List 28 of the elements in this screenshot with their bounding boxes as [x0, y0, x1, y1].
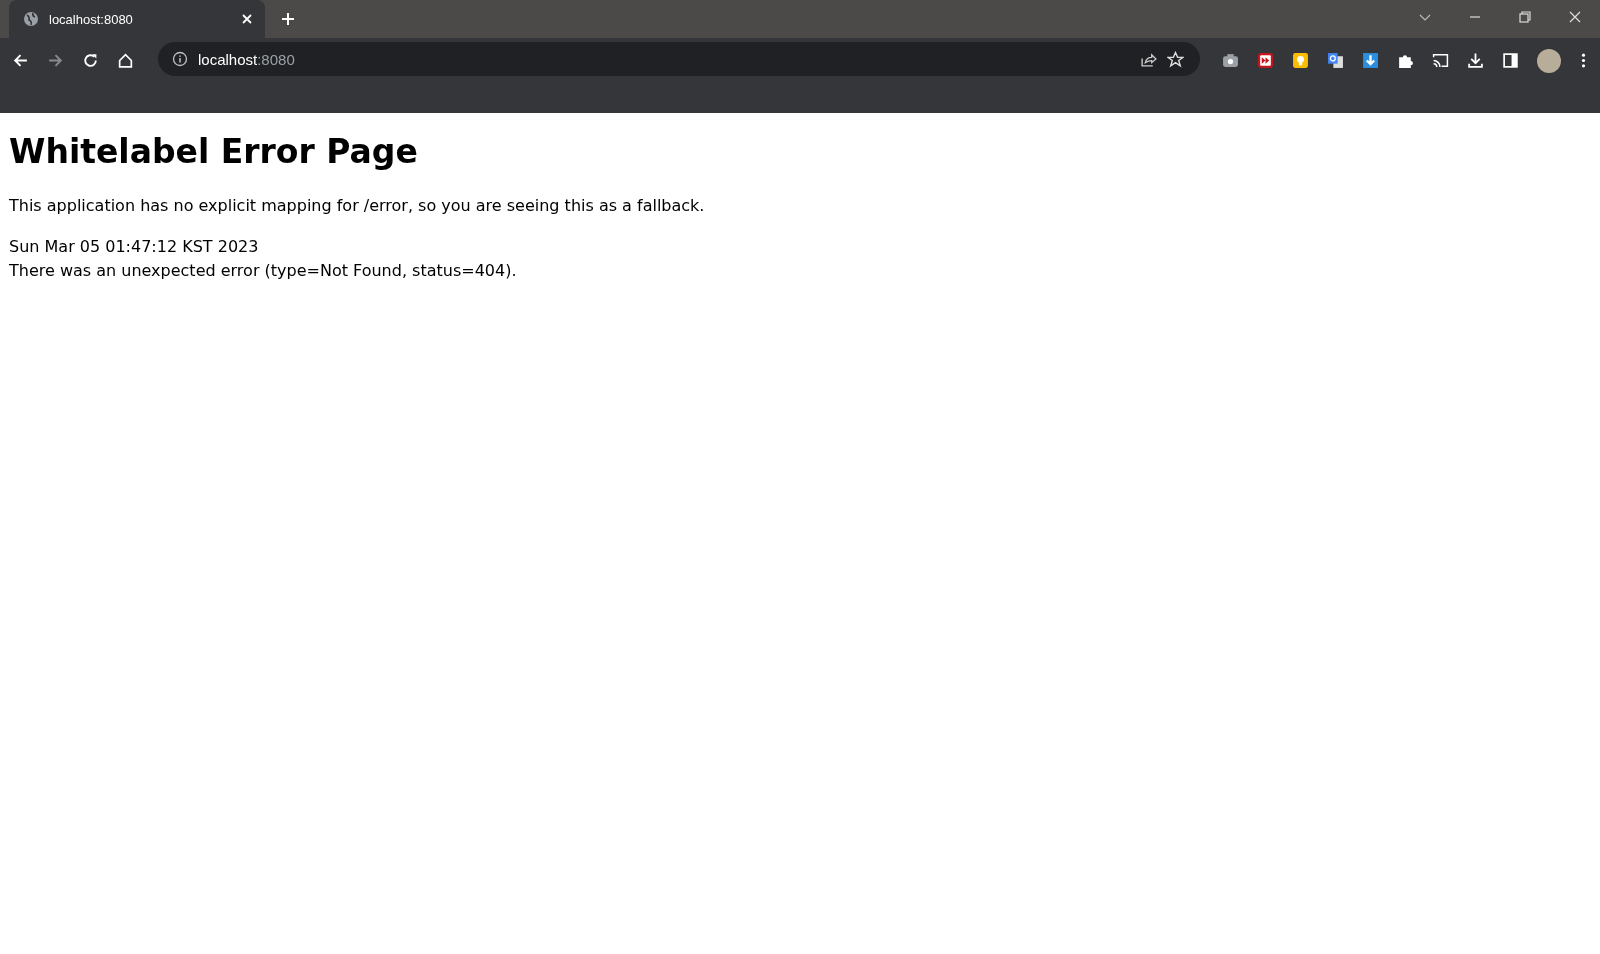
globe-icon: [23, 11, 39, 27]
download-arrow-icon[interactable]: [1362, 52, 1379, 69]
fast-forward-icon[interactable]: [1257, 52, 1274, 69]
info-icon: [172, 51, 188, 67]
back-arrow-icon[interactable]: [12, 52, 29, 69]
error-detail: There was an unexpected error (type=Not Found, status=404).: [9, 259, 518, 282]
download-icon[interactable]: [1467, 52, 1484, 69]
lightbulb-icon[interactable]: [1292, 52, 1309, 69]
browser-tab[interactable]: localhost:8080: [9, 0, 265, 38]
error-message: This application has no explicit mapping for /error, so you are seeing this as a fallback.: [9, 195, 706, 215]
profile-avatar[interactable]: [1537, 49, 1561, 73]
star-icon[interactable]: [1167, 50, 1184, 68]
close-icon[interactable]: [1568, 10, 1582, 24]
tab-title: localhost:8080: [49, 11, 134, 27]
page-heading: Whitelabel Error Page: [9, 131, 419, 173]
home-icon[interactable]: [117, 52, 134, 69]
reload-icon[interactable]: [82, 52, 99, 69]
error-timestamp: Sun Mar 05 01:47:12 KST 2023: [9, 235, 260, 258]
address-bar[interactable]: localhost:8080: [158, 42, 1200, 76]
translate-icon[interactable]: [1327, 52, 1344, 69]
new-tab-icon[interactable]: [281, 12, 295, 26]
url-text: localhost:8080: [198, 50, 295, 68]
restore-icon[interactable]: [1518, 10, 1532, 24]
puzzle-icon[interactable]: [1397, 52, 1414, 69]
side-panel-icon[interactable]: [1502, 52, 1519, 69]
camera-icon[interactable]: [1222, 52, 1239, 69]
forward-arrow-icon[interactable]: [47, 52, 64, 69]
cast-icon[interactable]: [1432, 52, 1449, 69]
